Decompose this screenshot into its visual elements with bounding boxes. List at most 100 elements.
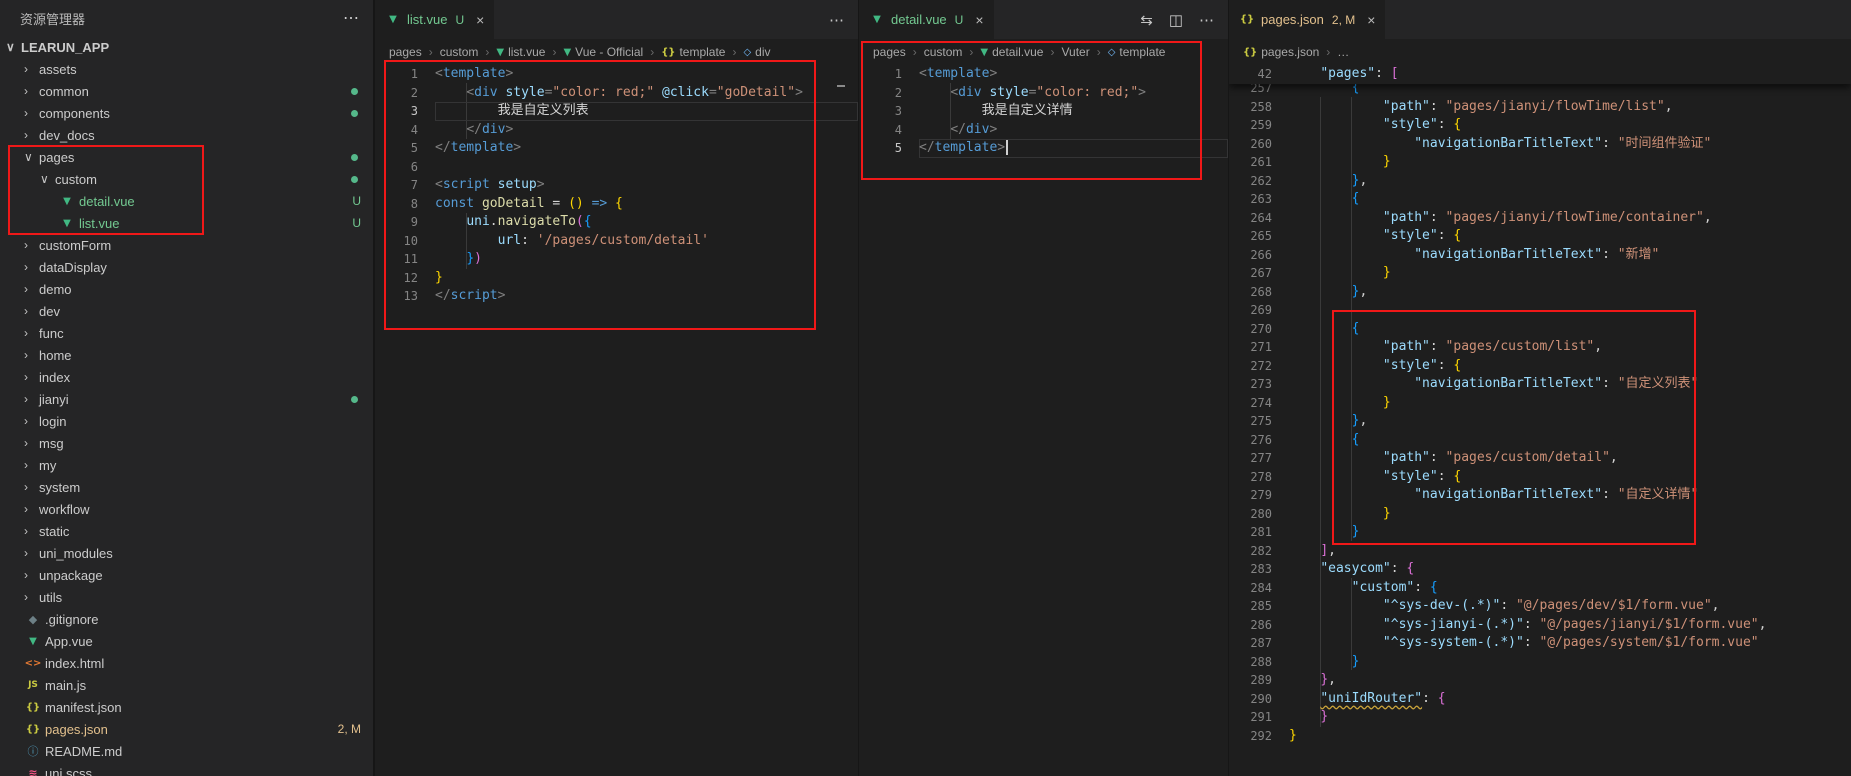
code-line-258[interactable]: 258 "path": "pages/jianyi/flowTime/list"… xyxy=(1229,98,1851,117)
tree-item-uni-modules[interactable]: ›uni_modules xyxy=(0,542,373,564)
code-line-278[interactable]: 278 "style": { xyxy=(1229,468,1851,487)
code-line-284[interactable]: 284 "custom": { xyxy=(1229,579,1851,598)
code-editor-list-vue[interactable]: 1<template>2 <div style="color: red;" @c… xyxy=(375,65,858,776)
split-editor-icon[interactable]: ◫ xyxy=(1169,11,1183,29)
code-editor-detail-vue[interactable]: 1<template>2 <div style="color: red;">3 … xyxy=(859,65,1228,776)
tree-item-common[interactable]: ›common xyxy=(0,80,373,102)
tree-item-dev-docs[interactable]: ›dev_docs xyxy=(0,124,373,146)
breadcrumb-item[interactable]: custom xyxy=(924,45,963,59)
breadcrumb-item[interactable]: {}template xyxy=(661,45,725,59)
more-actions-icon[interactable]: ⋯ xyxy=(343,8,359,28)
tree-item-static[interactable]: ›static xyxy=(0,520,373,542)
breadcrumb-item[interactable]: Vuter xyxy=(1061,45,1089,59)
code-line-7[interactable]: 7<script setup> xyxy=(375,176,858,195)
tree-root-learun-app[interactable]: ∨ LEARUN_APP xyxy=(0,36,373,58)
code-line-280[interactable]: 280 } xyxy=(1229,505,1851,524)
tab-list-vue[interactable]: ▼ list.vue U × xyxy=(375,0,494,39)
code-line-3[interactable]: 3 我是自定义详情 xyxy=(859,102,1228,121)
code-line-269[interactable]: 269 xyxy=(1229,301,1851,320)
tree-item-detail.vue[interactable]: ▼detail.vueU xyxy=(0,190,373,212)
code-line-287[interactable]: 287 "^sys-system-(.*)": "@/pages/system/… xyxy=(1229,634,1851,653)
tree-item-unpackage[interactable]: ›unpackage xyxy=(0,564,373,586)
code-line-9[interactable]: 9 uni.navigateTo({ xyxy=(375,213,858,232)
code-line-267[interactable]: 267 } xyxy=(1229,264,1851,283)
tree-item-custom[interactable]: ∨custom xyxy=(0,168,373,190)
tree-item-components[interactable]: ›components xyxy=(0,102,373,124)
breadcrumb-item[interactable]: ◇template xyxy=(1108,45,1166,59)
tree-item-utils[interactable]: ›utils xyxy=(0,586,373,608)
code-line-273[interactable]: 273 "navigationBarTitleText": "自定义列表" xyxy=(1229,375,1851,394)
code-line-259[interactable]: 259 "style": { xyxy=(1229,116,1851,135)
tree-item-list.vue[interactable]: ▼list.vueU xyxy=(0,212,373,234)
code-line-266[interactable]: 266 "navigationBarTitleText": "新增" xyxy=(1229,246,1851,265)
code-line-10[interactable]: 10 url: '/pages/custom/detail' xyxy=(375,232,858,251)
code-line-279[interactable]: 279 "navigationBarTitleText": "自定义详情" xyxy=(1229,486,1851,505)
code-line-42[interactable]: 42 "pages": [ xyxy=(1229,65,1851,84)
code-line-268[interactable]: 268 }, xyxy=(1229,283,1851,302)
code-line-4[interactable]: 4 </div> xyxy=(375,121,858,140)
tree-item-README.md[interactable]: ⓘREADME.md xyxy=(0,740,373,762)
tree-item-login[interactable]: ›login xyxy=(0,410,373,432)
code-line-2[interactable]: 2 <div style="color: red;"> xyxy=(859,84,1228,103)
tree-item-msg[interactable]: ›msg xyxy=(0,432,373,454)
tree-item-home[interactable]: ›home xyxy=(0,344,373,366)
tree-item-uni.scss[interactable]: ≋uni.scss xyxy=(0,762,373,776)
code-line-289[interactable]: 289 }, xyxy=(1229,671,1851,690)
breadcrumb-item[interactable]: … xyxy=(1337,45,1349,59)
tree-item-pages.json[interactable]: {}pages.json2, M xyxy=(0,718,373,740)
tree-item-my[interactable]: ›my xyxy=(0,454,373,476)
code-line-283[interactable]: 283 "easycom": { xyxy=(1229,560,1851,579)
tree-item-dataDisplay[interactable]: ›dataDisplay xyxy=(0,256,373,278)
tree-item-.gitignore[interactable]: ◆.gitignore xyxy=(0,608,373,630)
code-line-285[interactable]: 285 "^sys-dev-(.*)": "@/pages/dev/$1/for… xyxy=(1229,597,1851,616)
code-line-265[interactable]: 265 "style": { xyxy=(1229,227,1851,246)
tab-detail-vue[interactable]: ▼ detail.vue U × xyxy=(859,0,994,39)
code-line-6[interactable]: 6 xyxy=(375,158,858,177)
tree-item-func[interactable]: ›func xyxy=(0,322,373,344)
tree-item-jianyi[interactable]: ›jianyi xyxy=(0,388,373,410)
code-line-281[interactable]: 281 } xyxy=(1229,523,1851,542)
tree-item-demo[interactable]: ›demo xyxy=(0,278,373,300)
sticky-scroll-line[interactable]: 42 "pages": [ xyxy=(1229,65,1851,84)
tree-item-dev[interactable]: ›dev xyxy=(0,300,373,322)
close-icon[interactable]: × xyxy=(1367,12,1375,28)
close-icon[interactable]: × xyxy=(476,12,484,28)
tree-item-index[interactable]: ›index xyxy=(0,366,373,388)
breadcrumb-item[interactable]: custom xyxy=(440,45,479,59)
breadcrumb-item[interactable]: ◇div xyxy=(743,45,770,59)
tree-item-pages[interactable]: ∨pages xyxy=(0,146,373,168)
tab-pages-json[interactable]: {} pages.json 2, M × xyxy=(1229,0,1385,39)
tree-item-assets[interactable]: ›assets xyxy=(0,58,373,80)
breadcrumb-item[interactable]: ▼Vue - Official xyxy=(563,45,643,59)
code-editor-pages-json[interactable]: 257 {258 "path": "pages/jianyi/flowTime/… xyxy=(1229,65,1851,776)
code-line-5[interactable]: 5</template> xyxy=(859,139,1228,158)
tree-item-workflow[interactable]: ›workflow xyxy=(0,498,373,520)
code-line-282[interactable]: 282 ], xyxy=(1229,542,1851,561)
code-line-276[interactable]: 276 { xyxy=(1229,431,1851,450)
code-line-264[interactable]: 264 "path": "pages/jianyi/flowTime/conta… xyxy=(1229,209,1851,228)
code-line-3[interactable]: 3 我是自定义列表 xyxy=(375,102,858,121)
code-line-272[interactable]: 272 "style": { xyxy=(1229,357,1851,376)
code-line-12[interactable]: 12} xyxy=(375,269,858,288)
code-line-1[interactable]: 1<template> xyxy=(375,65,858,84)
breadcrumb-item[interactable]: ▼detail.vue xyxy=(980,45,1043,59)
code-line-263[interactable]: 263 { xyxy=(1229,190,1851,209)
code-line-4[interactable]: 4 </div> xyxy=(859,121,1228,140)
open-changes-icon[interactable]: ⇆ xyxy=(1140,11,1153,29)
tree-item-index.html[interactable]: <>index.html xyxy=(0,652,373,674)
code-line-262[interactable]: 262 }, xyxy=(1229,172,1851,191)
code-line-292[interactable]: 292} xyxy=(1229,727,1851,746)
code-line-13[interactable]: 13</script> xyxy=(375,287,858,306)
breadcrumb-item[interactable]: pages xyxy=(389,45,422,59)
tree-item-App.vue[interactable]: ▼App.vue xyxy=(0,630,373,652)
code-line-271[interactable]: 271 "path": "pages/custom/list", xyxy=(1229,338,1851,357)
breadcrumb-item[interactable]: pages xyxy=(873,45,906,59)
breadcrumb-item[interactable]: ▼list.vue xyxy=(496,45,545,59)
code-line-270[interactable]: 270 { xyxy=(1229,320,1851,339)
code-line-1[interactable]: 1<template> xyxy=(859,65,1228,84)
tree-item-system[interactable]: ›system xyxy=(0,476,373,498)
tree-item-manifest.json[interactable]: {}manifest.json xyxy=(0,696,373,718)
code-line-8[interactable]: 8const goDetail = () => { xyxy=(375,195,858,214)
code-line-11[interactable]: 11 }) xyxy=(375,250,858,269)
tree-item-customForm[interactable]: ›customForm xyxy=(0,234,373,256)
